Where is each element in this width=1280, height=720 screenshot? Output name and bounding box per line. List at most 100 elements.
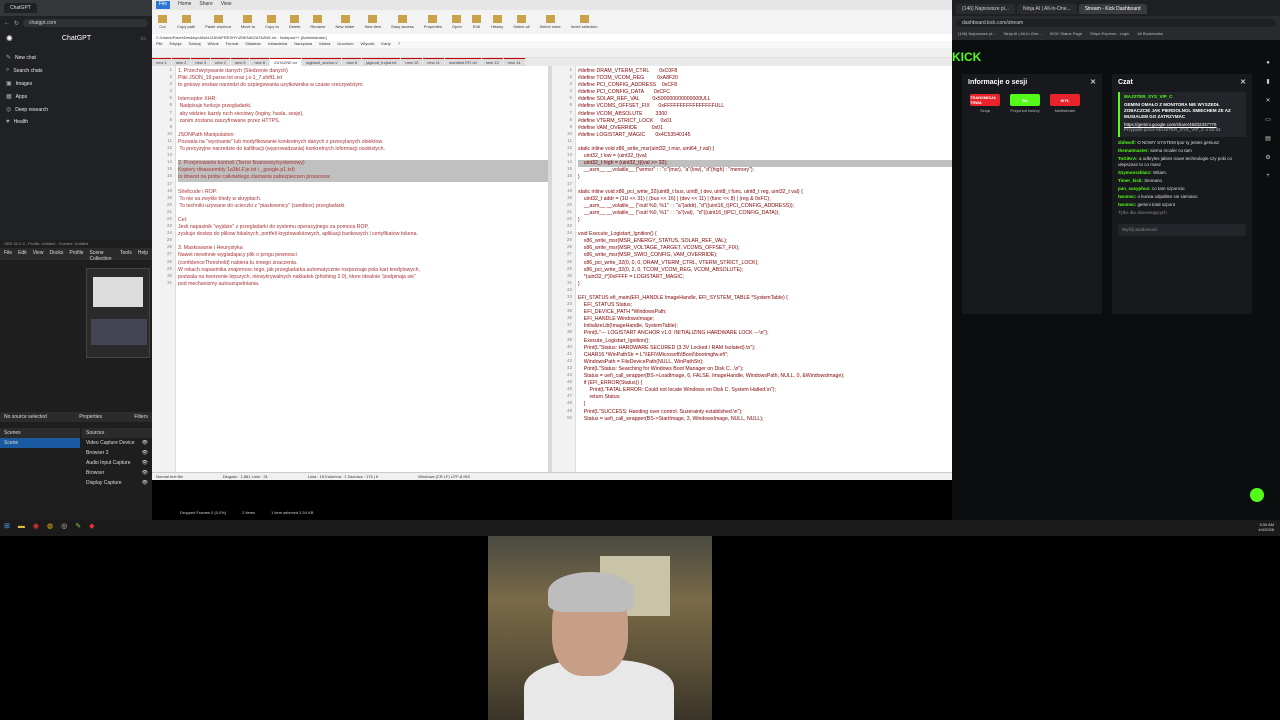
ribbon-button[interactable]: Rename bbox=[310, 15, 326, 29]
chrome-icon[interactable]: ◍ bbox=[47, 522, 53, 530]
code-line[interactable]: __asm__ __volatile__ ("wrmsr" : : "c"(ms… bbox=[578, 167, 952, 174]
ribbon-button[interactable]: Open bbox=[452, 15, 462, 29]
npp-tab[interactable]: new 3 bbox=[191, 58, 211, 66]
code-line[interactable]: to dowod na probe calkowitego zlamania z… bbox=[178, 174, 548, 182]
code-line[interactable]: aby widziec kazdy ruch sieciowy (loginy,… bbox=[178, 111, 548, 118]
npp-menu-item[interactable]: Składnia bbox=[245, 41, 260, 48]
code-line[interactable]: #define VCOM_ABSOLUTE 3300 bbox=[578, 111, 952, 118]
sidebar-item-deep-research[interactable]: ◎ Deep research bbox=[6, 103, 146, 116]
code-line[interactable]: EFI_STATUS efi_main(EFI_HANDLE ImageHand… bbox=[578, 295, 952, 302]
code-line[interactable]: Nadpisuje funkcje przegladarki, bbox=[178, 103, 548, 110]
editor-text-right[interactable]: #define DRAM_VTERM_CTRL 0xC0F8 #define TC… bbox=[578, 68, 952, 423]
obs-menu-help[interactable]: Help bbox=[138, 250, 148, 258]
npp-tab[interactable]: new 11 bbox=[423, 58, 444, 66]
ribbon-button[interactable]: Move to bbox=[241, 15, 255, 29]
ribbon-button[interactable]: Paste shortcut bbox=[205, 15, 231, 29]
chat-username[interactable]: Szymonszklarz: bbox=[1118, 170, 1152, 175]
code-line[interactable]: zyskuje dostep do plikow lokalnych, port… bbox=[178, 231, 548, 238]
chat-input[interactable]: Wyślij wiadomość bbox=[1118, 224, 1246, 236]
close-icon[interactable]: ✕ bbox=[1090, 78, 1096, 86]
ribbon-button[interactable]: Copy path bbox=[177, 15, 195, 29]
code-line[interactable]: #define PCI_CONFIG_DATA 0xCFC bbox=[578, 89, 952, 96]
code-line[interactable]: EFI_HANDLE WindowsImage; bbox=[578, 316, 952, 323]
code-line[interactable]: *(uint32_t*)0xFFFF = LOGISTART_MAGIC; bbox=[578, 274, 952, 281]
code-line[interactable]: x86_pci_write_32(0, 0, 0, DRAM_VTERM_CTR… bbox=[578, 260, 952, 267]
obs-menu-profile[interactable]: Profile bbox=[69, 250, 83, 258]
sidebar-item-health[interactable]: ♥ Health bbox=[6, 116, 146, 128]
settings-icon[interactable]: ⚙ bbox=[1265, 154, 1270, 161]
source-item[interactable]: Audio Input Capture 👁 bbox=[82, 458, 152, 468]
code-line[interactable]: #define PCI_CONFIG_ADDRESS 0xCF8 bbox=[578, 82, 952, 89]
chat-username[interactable]: thematmaster: bbox=[1118, 148, 1149, 153]
eye-icon[interactable]: 👁 bbox=[142, 440, 148, 446]
npp-menu-item[interactable]: Widok bbox=[207, 41, 218, 48]
file-explorer-icon[interactable]: ▬ bbox=[18, 523, 25, 530]
session-toggle[interactable]: TRANSMISJA TRWA Sesja bbox=[968, 94, 1002, 113]
code-line[interactable]: Shellcode i ROP: bbox=[178, 189, 548, 196]
code-line[interactable]: EFI_DEVICE_PATH *WindowsPath; bbox=[578, 309, 952, 316]
code-line[interactable]: Cel: bbox=[178, 217, 548, 224]
browser-tab[interactable]: (146) Najnowsze pl... bbox=[956, 4, 1015, 14]
code-line[interactable]: Status = uefi_call_wrapper(BS->StartImag… bbox=[578, 416, 952, 423]
code-line[interactable]: static inline void x86_pci_write_32(uint… bbox=[578, 189, 952, 196]
code-line[interactable]: } bbox=[578, 217, 952, 224]
chat-username[interactable]: twomsc: bbox=[1118, 194, 1136, 199]
code-line[interactable]: WindowsPath = FileDevicePath(NULL, WinPa… bbox=[578, 359, 952, 366]
ribbon-button[interactable]: Invert selection bbox=[571, 15, 598, 29]
editor-pane-left[interactable]: 1 2 3 4 5 6 7 8 9 10 11 12 13 14 15 16 17 18 19 20 21 22 23 24 2… bbox=[152, 66, 548, 472]
chat-username[interactable]: zbilwolf: bbox=[1118, 140, 1136, 145]
chat-username[interactable]: ToGiKrA: bbox=[1118, 156, 1138, 161]
ribbon-button[interactable]: New folder bbox=[336, 15, 355, 29]
code-line[interactable]: #define VAM_OVERRIDE 0x01 bbox=[578, 125, 952, 132]
code-line[interactable]: CHAR16 *WinPathStr = L"\\EFI\\Microsoft\… bbox=[578, 352, 952, 359]
explorer-tab-file[interactable]: File bbox=[156, 1, 171, 9]
chat-message[interactable]: Timer_kick: Siemano bbox=[1118, 178, 1246, 184]
npp-tab[interactable]: new 10 bbox=[401, 58, 423, 66]
source-item[interactable]: Display Capture 👁 bbox=[82, 478, 152, 488]
session-toggle-badge[interactable]: TRANSMISJA TRWA bbox=[970, 94, 1000, 106]
code-line[interactable]: To precyzyjne narzedzie do kafiltracji (… bbox=[178, 146, 548, 153]
ribbon-button[interactable]: Select all bbox=[513, 15, 530, 29]
code-line[interactable] bbox=[578, 288, 952, 295]
source-item[interactable]: Browser 2 👁 bbox=[82, 448, 152, 458]
code-line[interactable]: 2. Przejmowanie kontroli (Terror finanso… bbox=[178, 160, 548, 168]
code-line[interactable]: x86_write_msr(MSR_SWIO_CONFIG, VAM_OVERR… bbox=[578, 252, 952, 259]
code-line[interactable]: Print(L"FATAL ERROR: Could not locate Wi… bbox=[578, 387, 952, 394]
code-line[interactable]: return Status; bbox=[578, 394, 952, 401]
bookmark[interactable]: (146) Najnowsze pl... bbox=[958, 31, 996, 39]
close-icon[interactable]: ✕ bbox=[1265, 97, 1270, 104]
code-line[interactable]: #define SOLAR_REF_VAL 0x500000000000000U… bbox=[578, 96, 952, 103]
chat-message[interactable]: Szymonszklarz: Witam. bbox=[1118, 170, 1246, 176]
code-line[interactable]: W rekach napastnika znajomosc tego, jak … bbox=[178, 267, 548, 274]
code-line[interactable]: Print(L"--- LOGISTART ANCHOR v1.0: INITI… bbox=[578, 330, 952, 337]
sidebar-item-new-chat[interactable]: ✎ New chat bbox=[6, 51, 146, 64]
explorer-tab-home[interactable]: Home bbox=[178, 1, 191, 9]
chat-username[interactable]: Timer_kick: bbox=[1118, 178, 1143, 183]
code-line[interactable]: JSONPath Manipulation: bbox=[178, 132, 548, 139]
npp-menu-item[interactable]: Narzędzia bbox=[294, 41, 312, 48]
obs-menu-edit[interactable]: Edit bbox=[18, 250, 27, 258]
obs-menu-scene-collection[interactable]: Scene Collection bbox=[90, 250, 114, 262]
code-line[interactable]: #define LOGISTART_MAGIC 0x4C53540145 bbox=[578, 132, 952, 139]
code-line[interactable]: } bbox=[578, 401, 952, 408]
npp-tab[interactable]: new 8 bbox=[342, 58, 362, 66]
eye-icon[interactable]: 👁 bbox=[142, 460, 148, 466]
eye-icon[interactable]: 👁 bbox=[142, 450, 148, 456]
address-input[interactable]: dashboard.kick.com/stream bbox=[956, 19, 1276, 27]
npp-menu-item[interactable]: Uruchom bbox=[337, 41, 353, 48]
code-line[interactable]: __asm__ __volatile__ ("outl %0, %1" : : … bbox=[578, 203, 952, 210]
session-toggle[interactable]: WŁ Przychód twórcy bbox=[1008, 94, 1042, 113]
monitor-icon[interactable]: ▭ bbox=[1265, 116, 1271, 123]
browser-tab-kick[interactable]: Stream - Kick Dashboard bbox=[1078, 4, 1147, 14]
ribbon-button[interactable]: New item bbox=[365, 15, 381, 29]
npp-tab[interactable]: new 4 bbox=[211, 58, 230, 66]
ribbon-button[interactable]: Edit bbox=[471, 15, 481, 29]
browser-tab-chatgpt[interactable]: ChatGPT bbox=[4, 3, 37, 13]
explorer-tab-share[interactable]: Share bbox=[199, 1, 212, 9]
npp-tab[interactable]: new 13 bbox=[481, 58, 503, 66]
npp-menu-item[interactable]: Wtyczki bbox=[361, 41, 375, 48]
code-line[interactable]: #define VTERM_STRICT_LOCK 0x01 bbox=[578, 118, 952, 125]
code-line[interactable]: zanim zostana zaszyfrowane przez HTTPS. bbox=[178, 118, 548, 125]
code-line[interactable]: Pozwala na "wycinanie" lub modyfikowanie… bbox=[178, 139, 548, 146]
code-line[interactable]: (confidenceThreshold) nabiera tu innego … bbox=[178, 260, 548, 267]
